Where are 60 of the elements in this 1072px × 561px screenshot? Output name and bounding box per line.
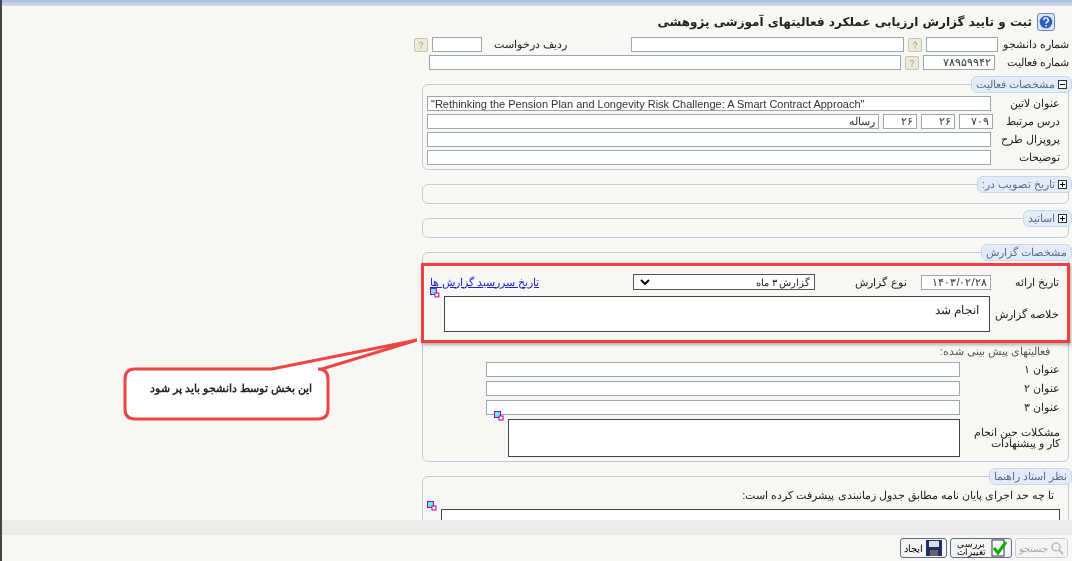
section-legend[interactable]: تاریخ تصویب در: xyxy=(976,176,1072,193)
expand-icon[interactable] xyxy=(1058,180,1067,189)
save-button[interactable]: ایجاد xyxy=(900,538,947,558)
section-heading: فعالیتهای پیش بینی شده: xyxy=(938,345,1051,358)
input-field[interactable] xyxy=(486,362,960,377)
input-field[interactable]: ۲۶ xyxy=(883,114,918,129)
lookup-button[interactable] xyxy=(908,37,922,52)
edit-icon[interactable] xyxy=(430,288,440,298)
review-changes-button[interactable]: بررسی تغییرات xyxy=(950,538,1012,558)
field-label: عنوان ۲ xyxy=(1022,382,1060,395)
input-field[interactable] xyxy=(427,150,991,165)
field-label: پروپزال طرح xyxy=(999,133,1060,146)
input-field[interactable] xyxy=(486,400,960,415)
lookup-button[interactable] xyxy=(414,37,428,52)
input-field[interactable]: ۷۰۹ xyxy=(959,114,994,129)
section-legend[interactable]: مشخصات فعالیت xyxy=(970,76,1072,93)
input-field[interactable]: رساله xyxy=(427,114,880,129)
input-field[interactable] xyxy=(431,37,482,52)
field-label: شماره فعالیت xyxy=(1005,56,1069,69)
field-label: ردیف درخواست xyxy=(493,38,567,51)
lookup-button[interactable] xyxy=(905,55,919,70)
input-field[interactable]: "Rethinking the Pension Plan and Longevity Risk Challenge: A Smart Contract Approach" xyxy=(427,96,991,111)
section-legend[interactable]: اساتید xyxy=(1023,210,1072,227)
field-label: عنوان ۱ xyxy=(1022,363,1060,376)
section-legend: مشخصات گزارش xyxy=(980,244,1072,261)
checked-document-icon xyxy=(990,539,1008,557)
collapse-icon[interactable] xyxy=(1058,80,1067,89)
help-icon[interactable] xyxy=(1037,13,1055,31)
input-field[interactable] xyxy=(630,37,905,52)
due-dates-link[interactable]: تاریخ سررسید گزارش ها xyxy=(430,275,540,289)
input-field[interactable]: ۷۸۹۵۹۹۴۲ xyxy=(923,55,995,70)
edit-icon[interactable] xyxy=(427,501,437,511)
field-label: تاریخ ارائه xyxy=(1013,275,1059,289)
section-legend: نظر استاد راهنما xyxy=(988,468,1072,485)
search-icon xyxy=(1050,541,1064,555)
field-label: مشکلات حین انجام کار و پیشنهادات xyxy=(972,427,1060,449)
expand-icon[interactable] xyxy=(1058,214,1067,223)
summary-textarea[interactable]: انجام شد xyxy=(443,296,990,332)
problems-textarea[interactable] xyxy=(508,419,960,457)
question-text: تا چه حد اجرای پایان نامه مطابق جدول زمانبندی پیشرفت کرده است: xyxy=(741,488,1055,504)
form-title: ثبت و تایید گزارش ارزیابی عملکرد فعالیتهای آموزشی پژوهشی xyxy=(657,15,1032,29)
input-field[interactable]: ۲۶ xyxy=(921,114,956,129)
field-label: نوع گزارش xyxy=(855,275,907,289)
input-field[interactable] xyxy=(925,37,998,52)
question-mark-icon xyxy=(908,58,916,67)
field-label: توضیحات xyxy=(1018,151,1060,164)
field-label: عنوان ۳ xyxy=(1022,401,1060,414)
input-field[interactable] xyxy=(486,381,960,396)
field-label: شماره دانشجو xyxy=(1001,38,1069,51)
question-mark-icon xyxy=(910,40,919,49)
field-label: عنوان لاتین xyxy=(1008,97,1060,110)
input-field[interactable] xyxy=(429,55,901,70)
caret-icon xyxy=(640,279,651,285)
callout-text: این بخش توسط دانشجو باید پر شود xyxy=(148,382,312,395)
field-label: درس مرتبط xyxy=(1004,115,1060,128)
report-type-select[interactable]: گزارش ۳ ماه xyxy=(633,274,816,290)
field-label: خلاصه گزارش xyxy=(994,308,1059,321)
date-field[interactable]: ۱۴۰۳/۰۲/۲۸ xyxy=(920,274,991,290)
question-mark-icon xyxy=(416,40,425,49)
input-field[interactable] xyxy=(427,132,991,147)
